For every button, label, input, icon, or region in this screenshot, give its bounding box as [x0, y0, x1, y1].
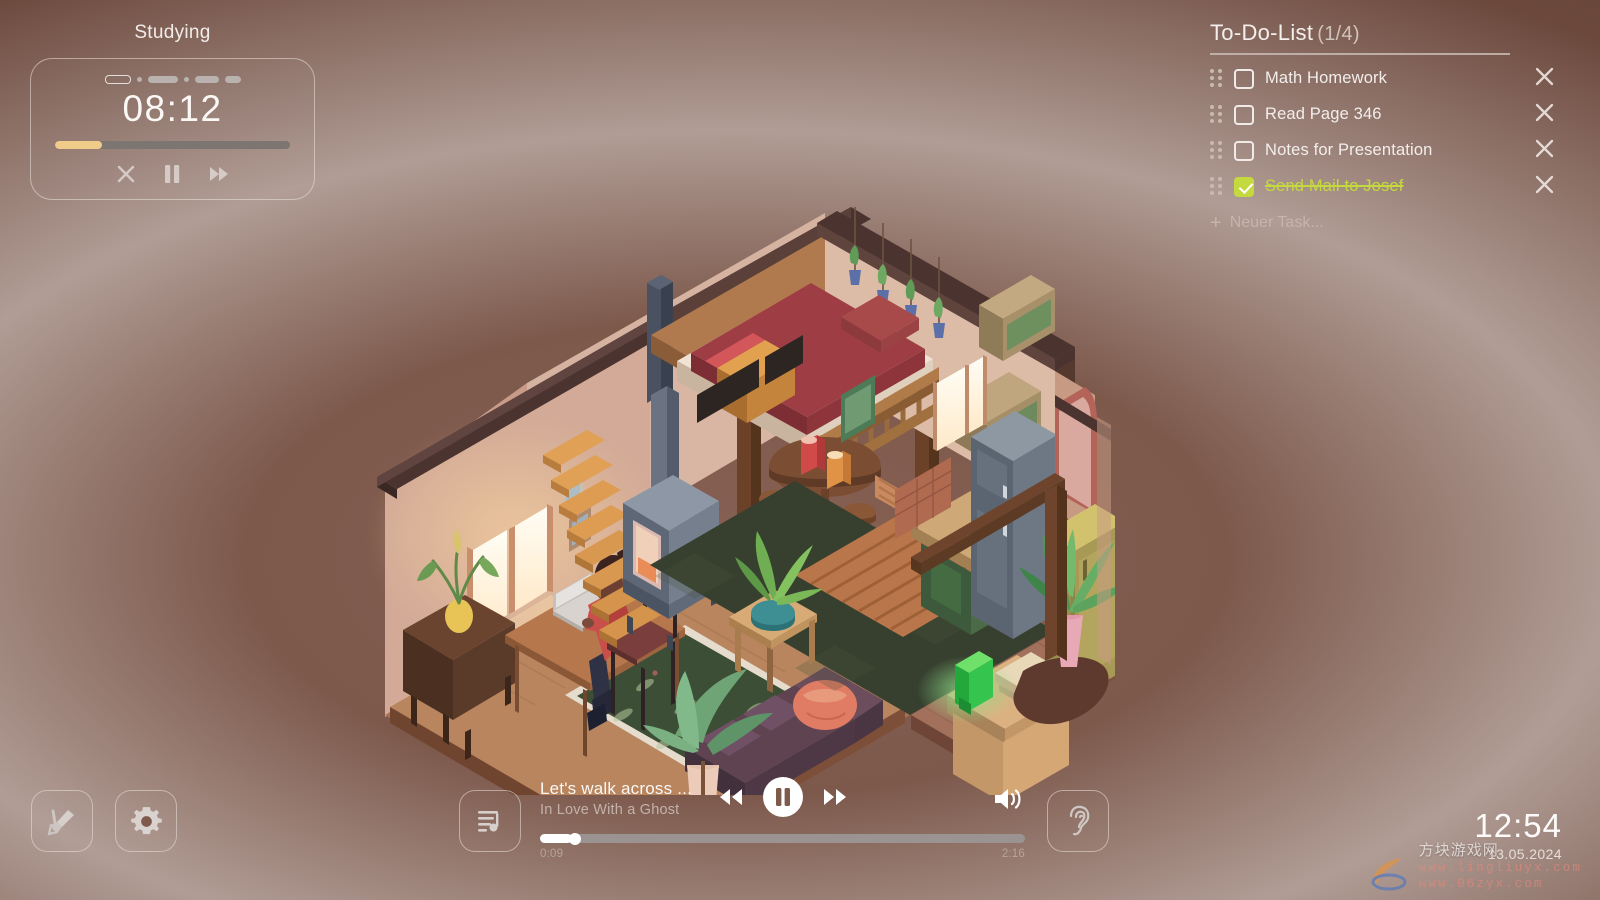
delete-task-button[interactable]	[1534, 66, 1555, 92]
todo-title: To-Do-List	[1210, 20, 1314, 45]
customize-button[interactable]	[31, 790, 93, 852]
track-elapsed: 0:09	[540, 848, 564, 860]
track-progress-handle[interactable]	[569, 832, 581, 845]
segment-dot	[136, 77, 142, 82]
gear-icon	[130, 806, 162, 834]
drag-handle-icon[interactable]	[1210, 104, 1224, 125]
todo-checkbox[interactable]	[1234, 104, 1254, 125]
timer-controls	[55, 163, 290, 185]
study-timer-panel: Studying 08:12	[30, 22, 315, 200]
todo-divider	[1210, 53, 1510, 55]
track-artist: In Love With a Ghost	[540, 802, 680, 818]
todo-item: Math Homework	[1210, 61, 1554, 97]
watermark-logo-icon	[1371, 858, 1407, 891]
fast-forward-icon	[824, 789, 846, 805]
close-icon	[1535, 67, 1554, 85]
drag-handle-icon[interactable]	[1210, 176, 1224, 197]
plus-icon: +	[1210, 211, 1222, 234]
todo-item-list: Math Homework Read Page 346 Notes for Pres…	[1210, 61, 1554, 205]
drag-handle-icon[interactable]	[1210, 68, 1224, 89]
music-player: Let's walk across ... In Love With a Gho…	[540, 776, 1025, 860]
playlist-music-icon	[478, 811, 499, 832]
todo-checkbox[interactable]	[1234, 176, 1254, 197]
todo-item-label[interactable]: Math Homework	[1265, 69, 1387, 88]
track-title: Let's walk across ...	[540, 779, 692, 798]
close-icon	[1535, 175, 1554, 193]
timer-stop-button[interactable]	[116, 164, 136, 184]
todo-item-label[interactable]: Notes for Presentation	[1265, 141, 1432, 160]
play-pause-button[interactable]	[762, 776, 804, 818]
timer-session-title: Studying	[134, 22, 211, 43]
fast-forward-icon	[209, 166, 228, 181]
timer-card: 08:12	[30, 58, 315, 200]
clock-time: 12:54	[1474, 807, 1562, 845]
watermark-url-1: www.lingliuyx.com	[1418, 861, 1582, 875]
segment-dot	[183, 77, 189, 82]
ear-icon	[1069, 805, 1090, 836]
track-progress-bar[interactable]	[540, 832, 1025, 845]
timer-progress-fill	[55, 140, 102, 149]
pause-icon	[164, 164, 179, 183]
pomodoro-segments	[55, 75, 290, 84]
pause-icon	[763, 777, 803, 817]
track-progress-fill	[540, 834, 572, 843]
paint-brush-icon	[47, 809, 74, 836]
track-duration: 2:16	[1001, 848, 1025, 860]
todo-item: Send Mail to Josef	[1210, 169, 1554, 205]
track-times: 0:09 2:16	[540, 848, 1025, 860]
isometric-house-illustration	[355, 95, 1115, 795]
segment-filled	[194, 76, 219, 83]
todo-progress-count: (1/4)	[1317, 23, 1360, 45]
close-icon	[1535, 139, 1554, 157]
previous-track-button[interactable]	[718, 787, 744, 807]
volume-button[interactable]	[992, 786, 1022, 817]
player-controls	[718, 776, 848, 818]
close-icon	[117, 165, 134, 182]
todo-header: To-Do-List (1/4)	[1210, 20, 1510, 46]
settings-button[interactable]	[115, 790, 177, 852]
rewind-icon	[720, 789, 742, 805]
todo-list-panel: To-Do-List (1/4) Math Homework Read Page 3…	[1210, 20, 1554, 233]
playlist-button[interactable]	[459, 790, 521, 852]
add-task-button[interactable]: + Neuer Task...	[1210, 213, 1510, 233]
clock-date: 13.05.2024	[1487, 846, 1562, 862]
timer-countdown: 08:12	[122, 88, 223, 129]
delete-task-button[interactable]	[1534, 138, 1555, 164]
timer-skip-button[interactable]	[208, 165, 230, 183]
segment-current	[104, 75, 131, 84]
timer-pause-button[interactable]	[162, 163, 182, 185]
add-task-label: Neuer Task...	[1229, 213, 1324, 231]
close-icon	[1535, 103, 1554, 121]
todo-checkbox[interactable]	[1234, 140, 1254, 161]
ambient-sounds-button[interactable]	[1047, 790, 1109, 852]
todo-item: Read Page 346	[1210, 97, 1554, 133]
todo-item-label[interactable]: Send Mail to Josef	[1265, 177, 1403, 196]
todo-checkbox[interactable]	[1234, 68, 1254, 89]
todo-item: Notes for Presentation	[1210, 133, 1554, 169]
drag-handle-icon[interactable]	[1210, 140, 1224, 161]
volume-high-icon	[995, 789, 1021, 809]
segment-filled	[147, 76, 178, 83]
delete-task-button[interactable]	[1534, 102, 1555, 128]
watermark-url-2: www.06zyx.com	[1418, 877, 1544, 891]
timer-progress-bar[interactable]	[55, 140, 290, 149]
delete-task-button[interactable]	[1534, 174, 1555, 200]
next-track-button[interactable]	[822, 787, 848, 807]
clock-widget: 12:54 13.05.2024	[1474, 809, 1562, 862]
segment-filled	[224, 76, 241, 83]
todo-item-label[interactable]: Read Page 346	[1265, 105, 1382, 124]
